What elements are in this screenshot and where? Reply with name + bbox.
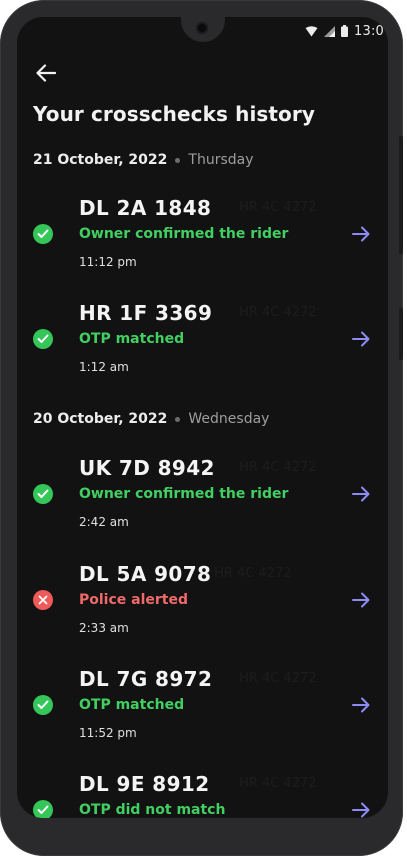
wifi-icon [305, 25, 318, 37]
crosscheck-item[interactable]: HR 4C 4272 HR 1F 3369 OTP matched 1:12 a… [17, 301, 388, 401]
crosscheck-time: 11:12 pm [79, 255, 137, 269]
crosscheck-item[interactable]: HR 4C 4272 DL 2A 1848 Owner confirmed th… [17, 196, 388, 296]
faint-plate-text: HR 4C 4272 [239, 671, 317, 686]
arrow-right-icon [352, 592, 370, 608]
page-title: Your crosschecks history [33, 102, 315, 126]
x-circle-icon [33, 590, 53, 610]
separator-dot [175, 416, 181, 422]
vehicle-plate: UK 7D 8942 [79, 456, 215, 480]
crosscheck-time: 2:33 am [79, 621, 129, 635]
arrow-left-icon [36, 64, 56, 82]
crosscheck-status: Owner confirmed the rider [79, 486, 289, 502]
separator-dot [175, 157, 181, 163]
check-circle-icon [33, 800, 53, 818]
open-details-button[interactable] [349, 798, 373, 818]
section-day: Wednesday [188, 411, 270, 427]
arrow-right-icon [352, 802, 370, 818]
vehicle-plate: HR 1F 3369 [79, 301, 213, 325]
faint-plate-text: HR 4C 4272 [239, 305, 317, 320]
date-header: 21 October, 2022 Thursday [33, 152, 254, 168]
crosscheck-time: 1:12 am [79, 360, 129, 374]
crosscheck-time: 2:42 am [79, 515, 129, 529]
section-day: Thursday [188, 152, 254, 168]
crosscheck-item[interactable]: HR 4C 4272 DL 5A 9078 Police alerted 2:3… [17, 562, 388, 662]
open-details-button[interactable] [349, 222, 373, 246]
vehicle-plate: DL 9E 8912 [79, 772, 210, 796]
vehicle-plate: DL 2A 1848 [79, 196, 212, 220]
check-circle-icon [33, 484, 53, 504]
camera-notch [181, 17, 225, 42]
date-header: 20 October, 2022 Wednesday [33, 411, 269, 427]
section-date: 20 October, 2022 [33, 411, 168, 427]
faint-plate-text: HR 4C 4272 [239, 200, 317, 215]
app-screen: 13:0 Your crosschecks history 21 October… [17, 17, 388, 818]
front-camera-icon [196, 22, 208, 34]
faint-plate-text: HR 4C 4272 [239, 776, 317, 791]
faint-plate-text: HR 4C 4272 [239, 460, 317, 475]
crosscheck-status: Owner confirmed the rider [79, 226, 289, 242]
check-circle-icon [33, 695, 53, 715]
crosscheck-status: OTP matched [79, 697, 185, 713]
crosscheck-item[interactable]: HR 4C 4272 UK 7D 8942 Owner confirmed th… [17, 456, 388, 556]
faint-plate-text: HR 4C 4272 [214, 566, 292, 581]
power-button [399, 308, 403, 360]
back-button[interactable] [33, 61, 59, 85]
crosscheck-time: 11:52 pm [79, 726, 137, 740]
open-details-button[interactable] [349, 693, 373, 717]
check-circle-icon [33, 329, 53, 349]
crosscheck-status: OTP did not match [79, 802, 226, 818]
crosscheck-item[interactable]: HR 4C 4272 DL 9E 8912 OTP did not match [17, 772, 388, 818]
crosscheck-status: OTP matched [79, 331, 185, 347]
status-bar: 13:0 [305, 23, 384, 39]
crosscheck-status: Police alerted [79, 592, 188, 608]
vehicle-plate: DL 5A 9078 [79, 562, 212, 586]
phone-frame: 13:0 Your crosschecks history 21 October… [0, 0, 403, 856]
open-details-button[interactable] [349, 482, 373, 506]
arrow-right-icon [352, 486, 370, 502]
volume-button [399, 136, 403, 254]
vehicle-plate: DL 7G 8972 [79, 667, 213, 691]
battery-icon [341, 25, 348, 37]
section-date: 21 October, 2022 [33, 152, 168, 168]
arrow-right-icon [352, 697, 370, 713]
open-details-button[interactable] [349, 588, 373, 612]
open-details-button[interactable] [349, 327, 373, 351]
status-time: 13:0 [354, 23, 384, 39]
cellular-signal-icon [324, 25, 335, 37]
check-circle-icon [33, 224, 53, 244]
crosscheck-item[interactable]: HR 4C 4272 DL 7G 8972 OTP matched 11:52 … [17, 667, 388, 767]
arrow-right-icon [352, 226, 370, 242]
arrow-right-icon [352, 331, 370, 347]
